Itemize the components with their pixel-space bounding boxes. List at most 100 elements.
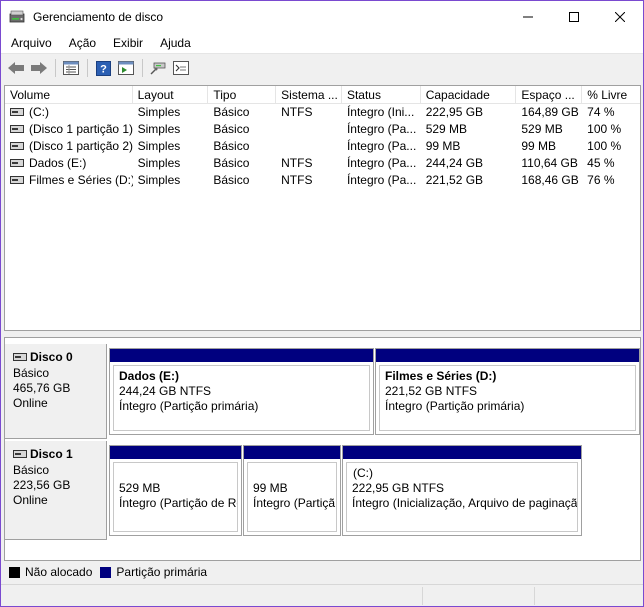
forward-button[interactable]: [28, 57, 50, 79]
column-header-layout[interactable]: Layout: [133, 86, 209, 104]
disk-graphical-view[interactable]: Disco 0 Básico 465,76 GB Online Dados (E…: [4, 337, 641, 561]
table-row[interactable]: (C:) Simples Básico NTFS Íntegro (Ini... 222,…: [5, 104, 640, 121]
cell-percent-livre: 74 %: [587, 105, 615, 119]
column-header-volume[interactable]: Volume: [5, 86, 133, 104]
menu-exibir[interactable]: Exibir: [106, 36, 150, 50]
forward-icon: [31, 62, 47, 74]
column-header-capacidade[interactable]: Capacidade: [421, 86, 517, 104]
partition-dados-e[interactable]: Dados (E:) 244,24 GB NTFS Íntegro (Parti…: [109, 348, 374, 435]
cell-layout: Simples: [137, 105, 181, 119]
volume-list[interactable]: Volume Layout Tipo Sistema ... Status Ca…: [4, 85, 641, 331]
cell-capacidade: 221,52 GB: [425, 173, 484, 187]
partition-size: 221,52 GB NTFS: [385, 384, 478, 398]
volume-name: (Disco 1 partição 1): [29, 122, 133, 136]
disk-1-name: Disco 1: [30, 447, 73, 461]
legend: Não alocado Partição primária: [4, 562, 641, 582]
view-icon: [118, 61, 134, 75]
help-button[interactable]: ?: [92, 57, 114, 79]
primary-partition-bar: [343, 446, 581, 459]
cell-volume: Filmes e Séries (D:): [5, 172, 133, 189]
cell-espaco-livre: 168,46 GB: [521, 173, 579, 187]
properties-icon: [63, 61, 79, 75]
disk-row-0: Disco 0 Básico 465,76 GB Online Dados (E…: [5, 344, 640, 439]
partition-body: Dados (E:) 244,24 GB NTFS Íntegro (Parti…: [113, 365, 370, 431]
cell-espaco-livre: 164,89 GB: [521, 105, 579, 119]
primary-partition-bar: [244, 446, 340, 459]
partition-status: Íntegro (Partição primária): [119, 399, 259, 413]
unallocated-swatch: [9, 566, 20, 578]
disk-1-label[interactable]: Disco 1 Básico 223,56 GB Online: [5, 441, 107, 540]
menu-arquivo[interactable]: Arquivo: [4, 36, 59, 50]
menu-ajuda[interactable]: Ajuda: [153, 36, 198, 50]
minimize-button[interactable]: [505, 1, 551, 32]
toolbar: ?: [1, 55, 643, 81]
volume-drive-icon: [10, 155, 24, 172]
connect-button[interactable]: [147, 57, 169, 79]
primary-partition-swatch: [100, 566, 112, 578]
cell-espaco-livre: 110,64 GB: [521, 156, 578, 170]
cell-volume: (Disco 1 partição 2): [5, 138, 133, 155]
column-header-sistema[interactable]: Sistema ...: [276, 86, 342, 104]
view-button[interactable]: [115, 57, 137, 79]
column-header-livre[interactable]: % Livre: [582, 86, 640, 104]
properties-button[interactable]: [60, 57, 82, 79]
legend-unallocated: Não alocado: [25, 565, 93, 579]
table-row[interactable]: (Disco 1 partição 2) Simples Básico Íntegro…: [5, 138, 640, 155]
cell-capacidade: 529 MB: [425, 122, 468, 136]
close-icon: [615, 11, 625, 22]
volume-rows: (C:) Simples Básico NTFS Íntegro (Ini... 222,…: [5, 104, 640, 189]
menu-acao[interactable]: Ação: [62, 36, 103, 50]
back-button[interactable]: [5, 57, 27, 79]
volume-name: (Disco 1 partição 2): [29, 139, 133, 153]
column-header-tipo[interactable]: Tipo: [208, 86, 277, 104]
cell-tipo: Básico: [213, 173, 250, 187]
disk-drive-icon: [13, 350, 27, 364]
maximize-button[interactable]: [551, 1, 597, 32]
table-row[interactable]: Filmes e Séries (D:) Simples Básico NTFS Ínt…: [5, 172, 640, 189]
cell-layout: Simples: [137, 173, 181, 187]
table-row[interactable]: (Disco 1 partição 1) Simples Básico Íntegro…: [5, 121, 640, 138]
cell-tipo: Básico: [213, 122, 250, 136]
partition-c[interactable]: (C:) 222,95 GB NTFS Íntegro (Inicializaç…: [342, 445, 582, 536]
partition-title: Dados (E:): [119, 369, 179, 383]
cell-percent-livre: 100 %: [587, 139, 622, 153]
partition-size: 244,24 GB NTFS: [119, 384, 212, 398]
cell-percent-livre: 76 %: [587, 173, 615, 187]
console-button[interactable]: [170, 57, 192, 79]
cell-percent-livre: 45 %: [587, 156, 615, 170]
cell-volume: Dados (E:): [5, 155, 133, 172]
cell-percent-livre: 100 %: [587, 122, 622, 136]
partition-title: Filmes e Séries (D:): [385, 369, 497, 383]
title-bar[interactable]: Gerenciamento de disco: [1, 1, 643, 32]
maximize-icon: [569, 11, 579, 22]
disk-1-type: Básico: [13, 463, 50, 477]
partition-disk1-1[interactable]: 529 MB Íntegro (Partição de Re: [109, 445, 242, 536]
connect-icon: [150, 62, 166, 75]
partition-title: (C:): [353, 466, 373, 480]
console-icon: [173, 61, 189, 75]
cell-sistema: [276, 138, 342, 155]
volume-drive-icon: [10, 172, 24, 189]
partition-disk1-2[interactable]: 99 MB Íntegro (Partiçã: [243, 445, 341, 536]
disk-0-label[interactable]: Disco 0 Básico 465,76 GB Online: [5, 344, 107, 439]
cell-layout: Simples: [137, 156, 181, 170]
column-header-status[interactable]: Status: [342, 86, 421, 104]
cell-layout: Simples: [137, 139, 181, 153]
table-row[interactable]: Dados (E:) Simples Básico NTFS Íntegro (Pa..…: [5, 155, 640, 172]
toolbar-separator: [87, 59, 88, 77]
cell-sistema: NTFS: [281, 173, 313, 187]
toolbar-separator: [142, 59, 143, 77]
close-button[interactable]: [597, 1, 643, 32]
legend-primary-partition: Partição primária: [116, 565, 208, 579]
cell-tipo: Básico: [213, 139, 250, 153]
disk-0-name-line: Disco 0: [13, 350, 106, 364]
disk-0-size: 465,76 GB: [13, 381, 71, 395]
column-header-espaco[interactable]: Espaço ...: [516, 86, 583, 104]
back-icon: [8, 62, 24, 74]
volume-name: (C:): [29, 105, 49, 119]
window-controls: [505, 1, 643, 32]
partition-size: 99 MB: [253, 481, 288, 495]
partition-filmes-series-d[interactable]: Filmes e Séries (D:) 221,52 GB NTFS Ínte…: [375, 348, 640, 435]
partition-body: Filmes e Séries (D:) 221,52 GB NTFS Ínte…: [379, 365, 636, 431]
primary-partition-bar: [110, 446, 241, 459]
